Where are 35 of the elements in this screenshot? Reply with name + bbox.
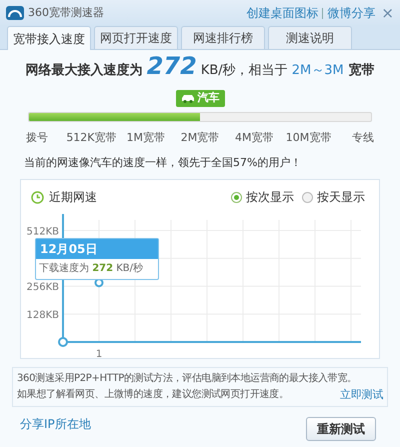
meter-label: 512K宽带 (65, 130, 118, 146)
speed-summary: 网络最大接入速度为 272 KB/秒，相当于 2M～3M 宽带 (26, 51, 374, 82)
info-text: 360测速采用P2P+HTTP的测试方法，评估电脑到本地运营商的最大接入带宽。 (17, 372, 358, 386)
y-tick-label: 128KB (26, 310, 59, 322)
chart-title: 近期网速 (49, 189, 97, 206)
meter-label: 4M宽带 (234, 130, 275, 146)
app-logo-icon (6, 6, 24, 20)
header-link[interactable]: 创建桌面图标 (246, 4, 318, 22)
meter-label: 10M宽带 (284, 130, 332, 146)
tab[interactable]: 宽带接入速度 (7, 26, 91, 50)
retest-button[interactable]: 重新测试 (306, 417, 376, 441)
meter-label: 专线 (350, 130, 375, 146)
header-link[interactable]: 微博分享 (327, 4, 376, 22)
tab[interactable]: 网页打开速度 (94, 26, 178, 49)
clock-icon (31, 190, 44, 204)
meter-label: 1M宽带 (125, 130, 166, 146)
view-radio[interactable]: 按次显示 (231, 188, 294, 206)
window-title: 360宽带测速器 (28, 4, 104, 21)
x-tick-label: 1 (96, 349, 102, 360)
axis-origin-marker (58, 337, 68, 347)
car-icon (180, 94, 194, 103)
tooltip-date: 12月05日 (36, 239, 158, 259)
y-tick-label: 256KB (26, 282, 59, 294)
test-now-link[interactable]: 立即测试 (340, 387, 383, 403)
y-tick-label: 512KB (26, 226, 59, 238)
share-ip-link[interactable]: 分享IP所在地 (20, 417, 91, 431)
meter-label: 2M宽带 (180, 130, 220, 146)
level-badge: 汽车 (176, 90, 224, 107)
view-radio[interactable]: 按天显示 (302, 188, 365, 206)
tab[interactable]: 网速排行榜 (181, 26, 265, 49)
info-text: 如果想了解看网页、上微博的速度，建议您测试网页打开速度。 (17, 388, 289, 402)
ranking-text: 当前的网速像汽车的速度一样，领先于全国57%的用户！ (24, 154, 302, 170)
tab[interactable]: 测速说明 (268, 26, 352, 49)
meter-label: 拨号 (25, 130, 50, 146)
tooltip-text: 下载速度为 272 KB/秒 (38, 262, 144, 276)
